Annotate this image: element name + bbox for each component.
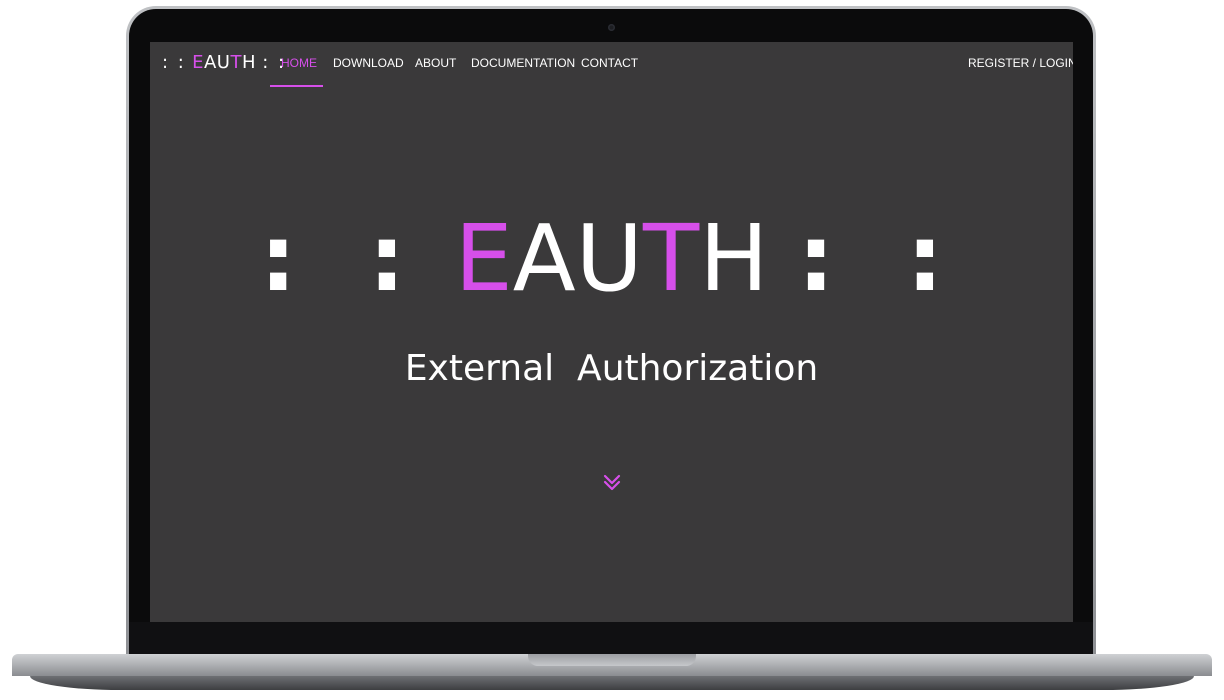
brand-letter-t: T — [230, 52, 242, 73]
browser-viewport: : : EAUTH : : HOME DOWNLOAD ABOUT DOCUME… — [150, 42, 1073, 622]
hero-dots-left: : : — [259, 205, 426, 312]
brand-letter-u: U — [216, 52, 231, 73]
hero-letters-au: AU — [512, 205, 644, 312]
brand-letter-a: A — [203, 52, 217, 73]
hero-letter-e: E — [454, 205, 513, 312]
nav-active-indicator — [270, 85, 323, 87]
laptop-notch — [528, 654, 696, 666]
brand-letter-h: H — [241, 52, 257, 73]
hero-letter-h: H — [699, 205, 769, 312]
brand-dots-left: : : — [162, 52, 186, 73]
screen-chin — [129, 622, 1093, 654]
register-login-link[interactable]: REGISTER / LOGIN — [968, 56, 1073, 70]
navbar: : : EAUTH : : HOME DOWNLOAD ABOUT DOCUME… — [150, 42, 1073, 88]
nav-download[interactable]: DOWNLOAD — [333, 56, 404, 70]
laptop-frame: : : EAUTH : : HOME DOWNLOAD ABOUT DOCUME… — [0, 0, 1224, 700]
hero-title: : : EAUTH : : — [150, 204, 1073, 314]
nav-documentation[interactable]: DOCUMENTATION — [471, 56, 575, 70]
brand-logo[interactable]: : : EAUTH : : — [162, 52, 286, 73]
camera-icon — [608, 24, 615, 31]
double-chevron-down-icon[interactable] — [601, 472, 623, 494]
nav-about[interactable]: ABOUT — [415, 56, 456, 70]
hero-letter-t: T — [643, 205, 700, 312]
nav-home[interactable]: HOME — [281, 56, 317, 70]
nav-contact[interactable]: CONTACT — [581, 56, 638, 70]
hero-dots-right: : : — [797, 205, 964, 312]
brand-letter-e: E — [192, 52, 204, 73]
laptop-base-bottom — [30, 676, 1194, 690]
hero-subtitle: External Authorization — [404, 348, 819, 389]
